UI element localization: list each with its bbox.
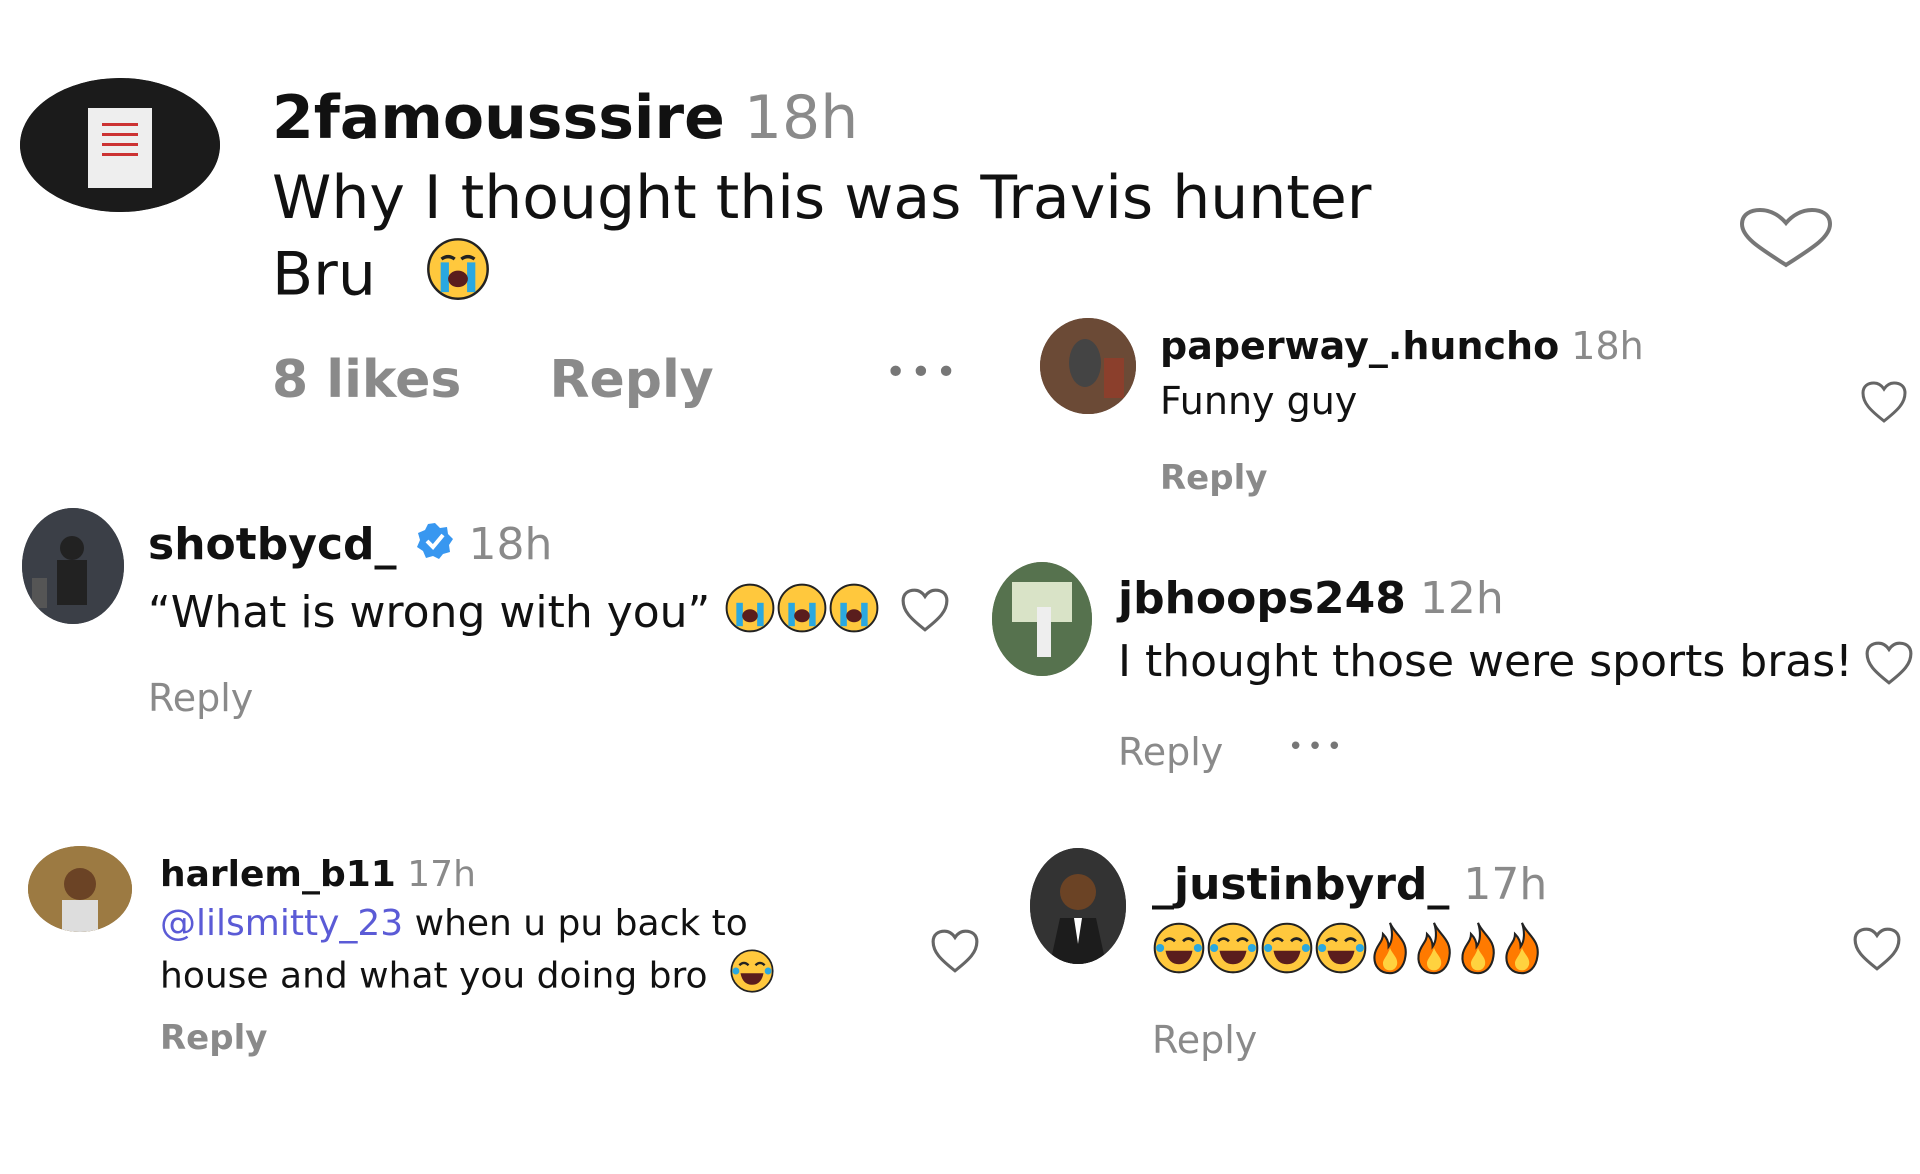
like-heart-icon[interactable] (1738, 207, 1834, 269)
laughing-face-icon (1260, 921, 1314, 979)
timestamp: 12h (1419, 573, 1504, 624)
laughing-face-icon (1314, 921, 1368, 979)
crying-face-icon (425, 236, 491, 320)
avatar[interactable] (1030, 848, 1126, 964)
reply-button[interactable]: Reply (148, 676, 253, 720)
reply-button[interactable]: Reply (1152, 1018, 1257, 1062)
reply-button[interactable]: Reply (1160, 458, 1267, 498)
reply-button[interactable]: Reply (1118, 730, 1223, 774)
verified-badge-icon (415, 520, 455, 574)
username[interactable]: paperway_.huncho (1160, 324, 1559, 368)
laughing-face-icon (1152, 921, 1206, 979)
laughing-face-icon (1206, 921, 1260, 979)
comment-text-line2: house and what you doing bro (160, 955, 708, 997)
fire-icon (1456, 920, 1500, 980)
timestamp: 17h (1463, 859, 1548, 910)
avatar[interactable] (20, 78, 220, 212)
comment-text-line1: when u pu back to (403, 903, 748, 944)
fire-icon (1412, 920, 1456, 980)
likes-count[interactable]: 8 likes (272, 350, 461, 410)
username[interactable]: harlem_b11 (160, 854, 396, 895)
comment-text-line2: Bru (272, 239, 376, 310)
fire-icon (1368, 920, 1412, 980)
username[interactable]: _justinbyrd_ (1152, 859, 1449, 910)
fire-icon (1500, 920, 1544, 980)
reply-button[interactable]: Reply (160, 1018, 267, 1058)
username[interactable]: 2famousssire (272, 83, 725, 153)
laughing-face-icon (729, 948, 775, 1007)
comment-text-line1: Why I thought this was Travis hunter (272, 163, 1372, 233)
more-options-button[interactable]: ••• (1288, 732, 1346, 762)
like-heart-icon[interactable] (1864, 638, 1914, 688)
crying-face-icon (724, 582, 776, 648)
timestamp: 18h (468, 519, 553, 570)
mention-link[interactable]: @lilsmitty_23 (160, 903, 403, 944)
crying-face-icon (776, 582, 828, 648)
timestamp: 18h (1571, 324, 1644, 368)
crying-face-icon (828, 582, 880, 648)
comment-text: I thought those were sports bras! (1118, 636, 1853, 687)
username[interactable]: shotbycd_ (148, 519, 397, 570)
like-heart-icon[interactable] (1852, 924, 1902, 974)
timestamp: 18h (743, 83, 859, 153)
avatar[interactable] (992, 562, 1092, 676)
like-heart-icon[interactable] (930, 928, 980, 974)
more-options-button[interactable]: ••• (885, 352, 961, 393)
comment-text: Funny guy (1160, 379, 1358, 423)
like-heart-icon[interactable] (900, 585, 950, 635)
avatar[interactable] (22, 508, 124, 624)
comment-text: “What is wrong with you” (148, 587, 711, 638)
avatar[interactable] (1040, 318, 1136, 414)
username[interactable]: jbhoops248 (1118, 573, 1406, 624)
avatar[interactable] (28, 846, 132, 932)
timestamp: 17h (407, 854, 476, 895)
reply-button[interactable]: Reply (549, 350, 713, 410)
like-heart-icon[interactable] (1860, 380, 1908, 424)
emoji-row (1152, 920, 1544, 980)
